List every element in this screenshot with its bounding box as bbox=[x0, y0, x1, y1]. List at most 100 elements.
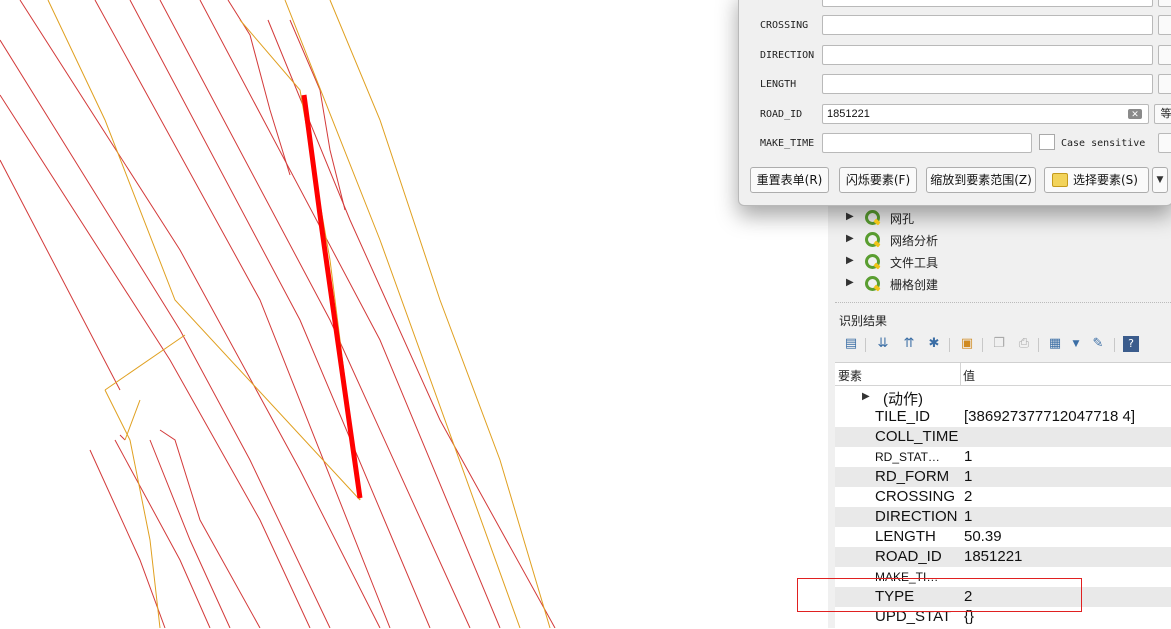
flash-features-button[interactable]: 闪烁要素(F) bbox=[839, 167, 917, 193]
attribute-value: 1851221 bbox=[964, 548, 1023, 565]
column-separator[interactable] bbox=[960, 363, 961, 385]
equals-operator-button[interactable]: 等 bbox=[1154, 104, 1171, 124]
field-operator-button[interactable] bbox=[1158, 45, 1171, 65]
panel-splitter[interactable] bbox=[835, 302, 1171, 307]
field-operator-button[interactable] bbox=[1158, 0, 1171, 7]
tree-item-label: 网孔 bbox=[890, 212, 915, 226]
case-sensitive-checkbox[interactable] bbox=[1039, 134, 1055, 150]
attribute-name: DIRECTION bbox=[875, 508, 958, 525]
length-field[interactable] bbox=[822, 74, 1153, 94]
chevron-down-icon[interactable]: ▼ bbox=[1152, 167, 1168, 193]
tree-item-label: 栅格创建 bbox=[890, 278, 939, 292]
expand-arrow-icon[interactable]: ▶ bbox=[846, 277, 854, 288]
road-line bbox=[19, 0, 381, 628]
column-header-value[interactable]: 值 bbox=[963, 367, 975, 384]
expand-arrow-icon[interactable]: ▶ bbox=[846, 211, 854, 222]
field-label: LENGTH bbox=[760, 79, 797, 90]
clear-results-icon[interactable]: ▣ bbox=[959, 336, 975, 352]
table-header: 要素 值 bbox=[835, 363, 1171, 386]
toolbar-separator bbox=[1038, 338, 1039, 352]
table-row[interactable]: CROSSING 2 bbox=[835, 487, 1171, 507]
chevron-down-icon[interactable]: ▼ bbox=[1068, 336, 1084, 352]
attribute-value: 50.39 bbox=[964, 528, 1002, 545]
tree-item-raster-creation[interactable]: ▶ 栅格创建 bbox=[835, 273, 1171, 295]
road-line bbox=[149, 439, 231, 628]
make-time-field[interactable] bbox=[822, 133, 1032, 153]
table-row[interactable]: RD_STAT… 1 bbox=[835, 447, 1171, 467]
partial-field-input[interactable] bbox=[822, 0, 1153, 7]
toolbar-separator bbox=[982, 338, 983, 352]
zoom-to-features-button[interactable]: 缩放到要素范围(Z) bbox=[926, 167, 1036, 193]
attribute-name: TYPE bbox=[875, 588, 915, 605]
table-row[interactable]: TILE_ID [386927377712047718 4] bbox=[835, 407, 1171, 427]
table-row[interactable]: ROAD_ID 1851221 bbox=[835, 547, 1171, 567]
clear-icon[interactable]: ✕ bbox=[1128, 109, 1142, 119]
tree-item-label: 文件工具 bbox=[890, 256, 939, 270]
attribute-value: {} bbox=[964, 608, 975, 625]
qgis-icon bbox=[865, 210, 880, 225]
table-row[interactable]: MAKE_TI… bbox=[835, 567, 1171, 587]
toolbar-separator bbox=[865, 338, 866, 352]
qgis-icon bbox=[865, 254, 880, 269]
road-line bbox=[129, 0, 431, 628]
identify-mode-icon[interactable]: ▦ bbox=[1047, 336, 1063, 352]
attribute-name: MAKE_TI… bbox=[875, 570, 939, 584]
road-line bbox=[227, 0, 291, 176]
toolbar-separator bbox=[1114, 338, 1115, 352]
print-icon[interactable]: ⎙ bbox=[1016, 336, 1032, 352]
centerline bbox=[104, 334, 186, 391]
attribute-name: CROSSING bbox=[875, 488, 956, 505]
crossing-field[interactable] bbox=[822, 15, 1153, 35]
field-operator-button[interactable] bbox=[1158, 74, 1171, 94]
qgis-icon bbox=[865, 276, 880, 291]
table-row[interactable]: LENGTH 50.39 bbox=[835, 527, 1171, 547]
attribute-name: ROAD_ID bbox=[875, 548, 942, 565]
table-row[interactable]: TYPE 2 bbox=[835, 587, 1171, 607]
road-id-value: 1851221 bbox=[827, 108, 870, 120]
tree-item-mesh[interactable]: ▶ 网孔 bbox=[835, 207, 1171, 229]
help-icon[interactable]: ? bbox=[1123, 336, 1139, 352]
selected-feature bbox=[301, 94, 363, 499]
table-row[interactable]: DIRECTION 1 bbox=[835, 507, 1171, 527]
road-line bbox=[89, 449, 166, 628]
actions-row[interactable]: ▶ (动作) bbox=[835, 387, 1171, 408]
select-features-icon bbox=[1052, 173, 1068, 187]
qgis-icon bbox=[865, 232, 880, 247]
select-features-button[interactable]: 选择要素(S) bbox=[1044, 167, 1149, 193]
expand-arrow-icon[interactable]: ▶ bbox=[846, 255, 854, 266]
table-row[interactable]: UPD_STAT {} bbox=[835, 607, 1171, 627]
collapse-all-icon[interactable]: ⇈ bbox=[901, 336, 917, 352]
expand-all-icon[interactable]: ⇊ bbox=[875, 336, 891, 352]
road-line bbox=[0, 159, 121, 391]
tree-item-file-tools[interactable]: ▶ 文件工具 bbox=[835, 251, 1171, 273]
settings-wrench-icon[interactable]: ✎ bbox=[1090, 336, 1106, 352]
field-label: MAKE_TIME bbox=[760, 138, 815, 149]
toolbar-separator bbox=[949, 338, 950, 352]
field-operator-button[interactable] bbox=[1158, 133, 1171, 153]
road-line bbox=[159, 429, 261, 628]
expand-arrow-icon[interactable]: ▶ bbox=[846, 233, 854, 244]
expand-tree-icon[interactable]: ▤ bbox=[843, 336, 859, 352]
column-header-feature[interactable]: 要素 bbox=[838, 367, 862, 384]
table-row[interactable]: COLL_TIME bbox=[835, 427, 1171, 447]
attribute-name: COLL_TIME bbox=[875, 428, 959, 445]
road-line bbox=[0, 94, 311, 628]
centerline bbox=[329, 0, 551, 628]
expand-new-icon[interactable]: ✱ bbox=[926, 336, 942, 352]
identify-toolbar: ▤ ⇊ ⇈ ✱ ▣ ❐ ⎙ ▦ ▼ ✎ ? bbox=[835, 332, 1171, 358]
road-line bbox=[267, 19, 556, 628]
field-operator-button[interactable] bbox=[1158, 15, 1171, 35]
case-sensitive-label: Case sensitive bbox=[1061, 138, 1146, 149]
expand-arrow-icon[interactable]: ▶ bbox=[862, 391, 870, 402]
copy-feature-icon[interactable]: ❐ bbox=[991, 336, 1007, 352]
road-id-field[interactable]: 1851221 ✕ bbox=[822, 104, 1149, 124]
tree-item-label: 网络分析 bbox=[890, 234, 939, 248]
map-canvas[interactable] bbox=[0, 0, 828, 628]
tree-item-network-analysis[interactable]: ▶ 网络分析 bbox=[835, 229, 1171, 251]
attribute-value: 2 bbox=[964, 588, 973, 605]
reset-form-button[interactable]: 重置表单(R) bbox=[750, 167, 829, 193]
direction-field[interactable] bbox=[822, 45, 1153, 65]
table-row[interactable]: RD_FORM 1 bbox=[835, 467, 1171, 487]
select-by-value-dialog: CROSSING DIRECTION LENGTH ROAD_ID 185122… bbox=[738, 0, 1171, 206]
road-line bbox=[159, 0, 471, 628]
